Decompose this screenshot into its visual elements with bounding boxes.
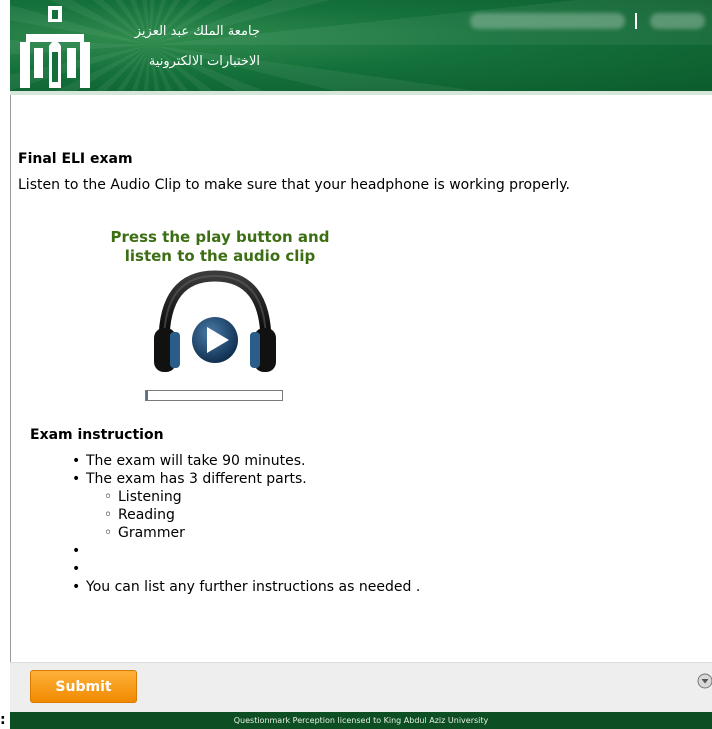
audio-progress-fill — [146, 391, 148, 400]
page-frame — [10, 0, 712, 729]
list-item: The exam has 3 different parts. Listenin… — [72, 470, 420, 542]
list-item: The exam will take 90 minutes. — [72, 452, 420, 470]
audio-prompt: Press the play button and listen to the … — [100, 228, 340, 266]
headphone-play-icon[interactable] — [150, 270, 280, 380]
system-name: الاختبارات الالكترونية — [148, 54, 260, 69]
list-item: You can list any further instructions as… — [72, 578, 420, 596]
list-item-empty — [72, 560, 420, 578]
part-item-reading: Reading — [104, 506, 420, 524]
instructions-list: The exam will take 90 minutes. The exam … — [72, 452, 420, 596]
audio-progress-bar[interactable] — [145, 390, 283, 401]
university-name: جامعة الملك عبد العزيز — [134, 24, 260, 39]
exam-title: Final ELI exam — [18, 151, 133, 167]
submit-button[interactable]: Submit — [30, 670, 137, 703]
audio-prompt-line2: listen to the audio clip — [124, 247, 316, 265]
parts-list: Listening Reading Grammer — [86, 488, 420, 542]
part-item-listening: Listening — [104, 488, 420, 506]
audio-prompt-line1: Press the play button and — [110, 228, 330, 246]
help-icon[interactable] — [697, 673, 712, 689]
university-logo-icon — [20, 6, 90, 88]
header-separator — [635, 13, 637, 29]
left-mark: : — [0, 712, 6, 728]
exam-description: Listen to the Audio Clip to make sure th… — [18, 177, 570, 193]
list-item-text: The exam has 3 different parts. — [86, 471, 307, 487]
list-item-empty — [72, 542, 420, 560]
part-item-grammer: Grammer — [104, 524, 420, 542]
header-stripe — [10, 91, 712, 95]
logout-link-blurred[interactable] — [650, 13, 705, 29]
licence-bar: Questionmark Perception licensed to King… — [10, 712, 712, 729]
instructions-heading: Exam instruction — [30, 427, 164, 443]
user-info-blurred — [470, 13, 625, 29]
